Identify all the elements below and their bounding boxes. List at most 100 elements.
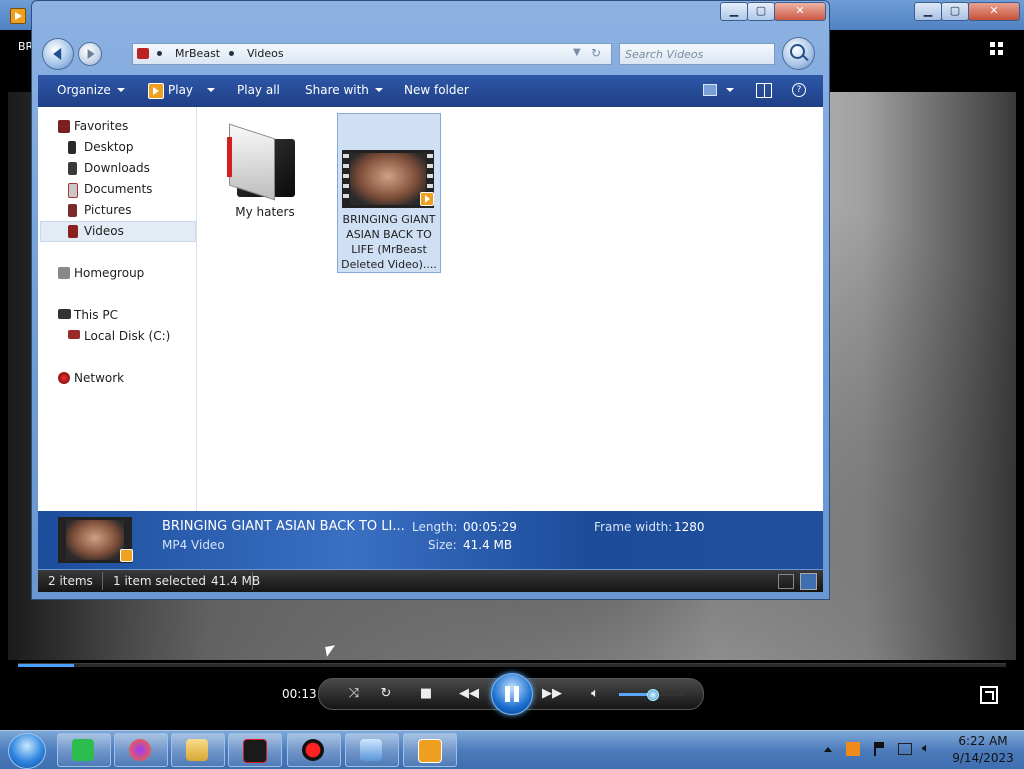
help-icon[interactable]: ? — [792, 83, 806, 97]
taskbar-notes-app[interactable] — [57, 733, 111, 767]
record-icon — [302, 739, 324, 761]
play-button[interactable]: Play — [168, 83, 216, 97]
seek-bar[interactable] — [18, 663, 1006, 667]
player-minimize-button[interactable]: ▁ — [914, 2, 942, 21]
view-options-icon[interactable] — [703, 84, 717, 96]
pause-icon — [505, 686, 510, 702]
taskbar-app-blue[interactable] — [345, 733, 399, 767]
minimize-button[interactable]: ▁ — [720, 2, 748, 21]
forward-button[interactable] — [78, 42, 102, 66]
show-hidden-icons[interactable] — [824, 747, 832, 752]
window-icon — [360, 739, 382, 761]
details-file-name: BRINGING GIANT ASIAN BACK TO LI... — [162, 519, 405, 534]
volume-slider[interactable] — [619, 689, 685, 701]
fullscreen-icon[interactable] — [980, 686, 998, 704]
preview-pane-icon[interactable] — [756, 83, 772, 98]
taskbar-app-red[interactable] — [228, 733, 282, 767]
folder-icon — [227, 123, 297, 201]
search-input[interactable] — [623, 46, 773, 63]
mouse-cursor — [325, 645, 337, 657]
playback-controls: ⤨ ↻ ■ ◀◀ ▶▶ 🔈︎ — [318, 673, 704, 715]
media-player-icon — [420, 192, 434, 206]
previous-icon[interactable]: ◀◀ — [459, 685, 479, 703]
refresh-icon[interactable]: ↻ — [591, 46, 601, 60]
notes-icon — [72, 739, 94, 761]
pause-button[interactable] — [491, 673, 533, 715]
start-button[interactable] — [8, 733, 46, 769]
search-box[interactable] — [619, 43, 775, 65]
shuffle-icon[interactable]: ⤨ — [344, 685, 364, 703]
chevron-down-icon[interactable]: ▼ — [573, 47, 581, 58]
item-label: BRINGING GIANT ASIAN BACK TO LIFE (MrBea… — [341, 213, 437, 271]
volume-tray-icon[interactable]: 🔈︎ — [922, 742, 936, 756]
back-button[interactable] — [42, 38, 74, 70]
details-size-value: 41.4 MB — [463, 538, 513, 552]
clock-date[interactable]: 9/14/2023 — [950, 751, 1016, 765]
star-icon — [58, 120, 70, 133]
stop-icon[interactable]: ■ — [416, 685, 436, 703]
maximize-button[interactable]: ▢ — [747, 2, 775, 21]
details-file-type: MP4 Video — [162, 538, 225, 552]
play-all-button[interactable]: Play all — [237, 83, 280, 97]
new-folder-button[interactable]: New folder — [404, 83, 469, 97]
breadcrumb-separator[interactable] — [229, 51, 234, 56]
breadcrumb-videos[interactable]: Videos — [247, 47, 284, 60]
network-tray-icon[interactable] — [898, 743, 912, 755]
folder-item[interactable]: My haters — [209, 119, 321, 231]
play-icon[interactable] — [148, 83, 164, 99]
network-icon — [58, 372, 70, 384]
close-button[interactable]: ✕ — [774, 2, 826, 21]
details-length-label: Length: — [412, 520, 458, 534]
status-bar: 2 items 1 item selected 41.4 MB — [38, 570, 823, 592]
taskbar-recorder[interactable] — [287, 733, 341, 767]
video-thumbnail — [342, 150, 434, 208]
clock-time[interactable]: 6:22 AM — [950, 734, 1016, 748]
breadcrumb-separator[interactable] — [157, 51, 162, 56]
firefox-icon — [129, 739, 151, 761]
switch-layout-icon[interactable] — [988, 40, 1006, 58]
details-frame-width-label: Frame width: — [594, 520, 673, 534]
downloads-icon — [68, 162, 77, 175]
status-selection: 1 item selected — [113, 574, 207, 588]
details-size-label: Size: — [428, 538, 457, 552]
details-pane: BRINGING GIANT ASIAN BACK TO LI... MP4 V… — [38, 511, 823, 569]
media-player-icon — [120, 549, 133, 562]
item-label: My haters — [235, 205, 295, 219]
large-icons-view-icon[interactable] — [800, 573, 817, 590]
taskbar: 🔈︎ 6:22 AM 9/14/2023 — [0, 730, 1024, 769]
details-frame-width-value: 1280 — [674, 520, 705, 534]
chevron-down-icon[interactable] — [726, 88, 734, 92]
taskbar-explorer[interactable] — [171, 733, 225, 767]
details-view-icon[interactable] — [778, 574, 794, 589]
documents-icon — [68, 183, 78, 198]
folder-icon — [137, 48, 149, 59]
repeat-icon[interactable]: ↻ — [376, 685, 396, 703]
tray-app-icon[interactable] — [846, 742, 860, 756]
search-button[interactable] — [782, 37, 815, 70]
share-with-button[interactable]: Share with — [305, 83, 383, 97]
pictures-icon — [68, 204, 77, 217]
address-bar[interactable]: MrBeast Videos ▼ ↻ — [132, 43, 612, 65]
computer-icon — [58, 309, 71, 319]
file-list[interactable]: My haters BRINGING GIANT ASIAN BACK TO L… — [197, 107, 823, 511]
desktop-icon — [68, 141, 76, 154]
drive-icon — [68, 330, 80, 339]
details-thumbnail — [58, 517, 133, 563]
videos-icon — [68, 225, 78, 238]
folder-icon — [186, 739, 208, 761]
taskbar-media-player[interactable] — [403, 733, 457, 767]
taskbar-firefox[interactable] — [114, 733, 168, 767]
video-file-item[interactable]: BRINGING GIANT ASIAN BACK TO LIFE (MrBea… — [337, 113, 441, 273]
volume-slider-thumb[interactable] — [647, 689, 659, 701]
volume-icon[interactable]: 🔈︎ — [585, 685, 605, 703]
media-player-icon — [418, 739, 442, 763]
next-icon[interactable]: ▶▶ — [542, 685, 562, 703]
action-center-flag-icon[interactable] — [874, 742, 884, 756]
player-maximize-button[interactable]: ▢ — [941, 2, 969, 21]
player-close-button[interactable]: ✕ — [968, 2, 1020, 21]
details-length-value: 00:05:29 — [463, 520, 517, 534]
homegroup-icon — [58, 267, 70, 279]
organize-button[interactable]: Organize — [57, 83, 125, 97]
breadcrumb-mrbeast[interactable]: MrBeast — [175, 47, 220, 60]
app-icon — [243, 739, 267, 763]
